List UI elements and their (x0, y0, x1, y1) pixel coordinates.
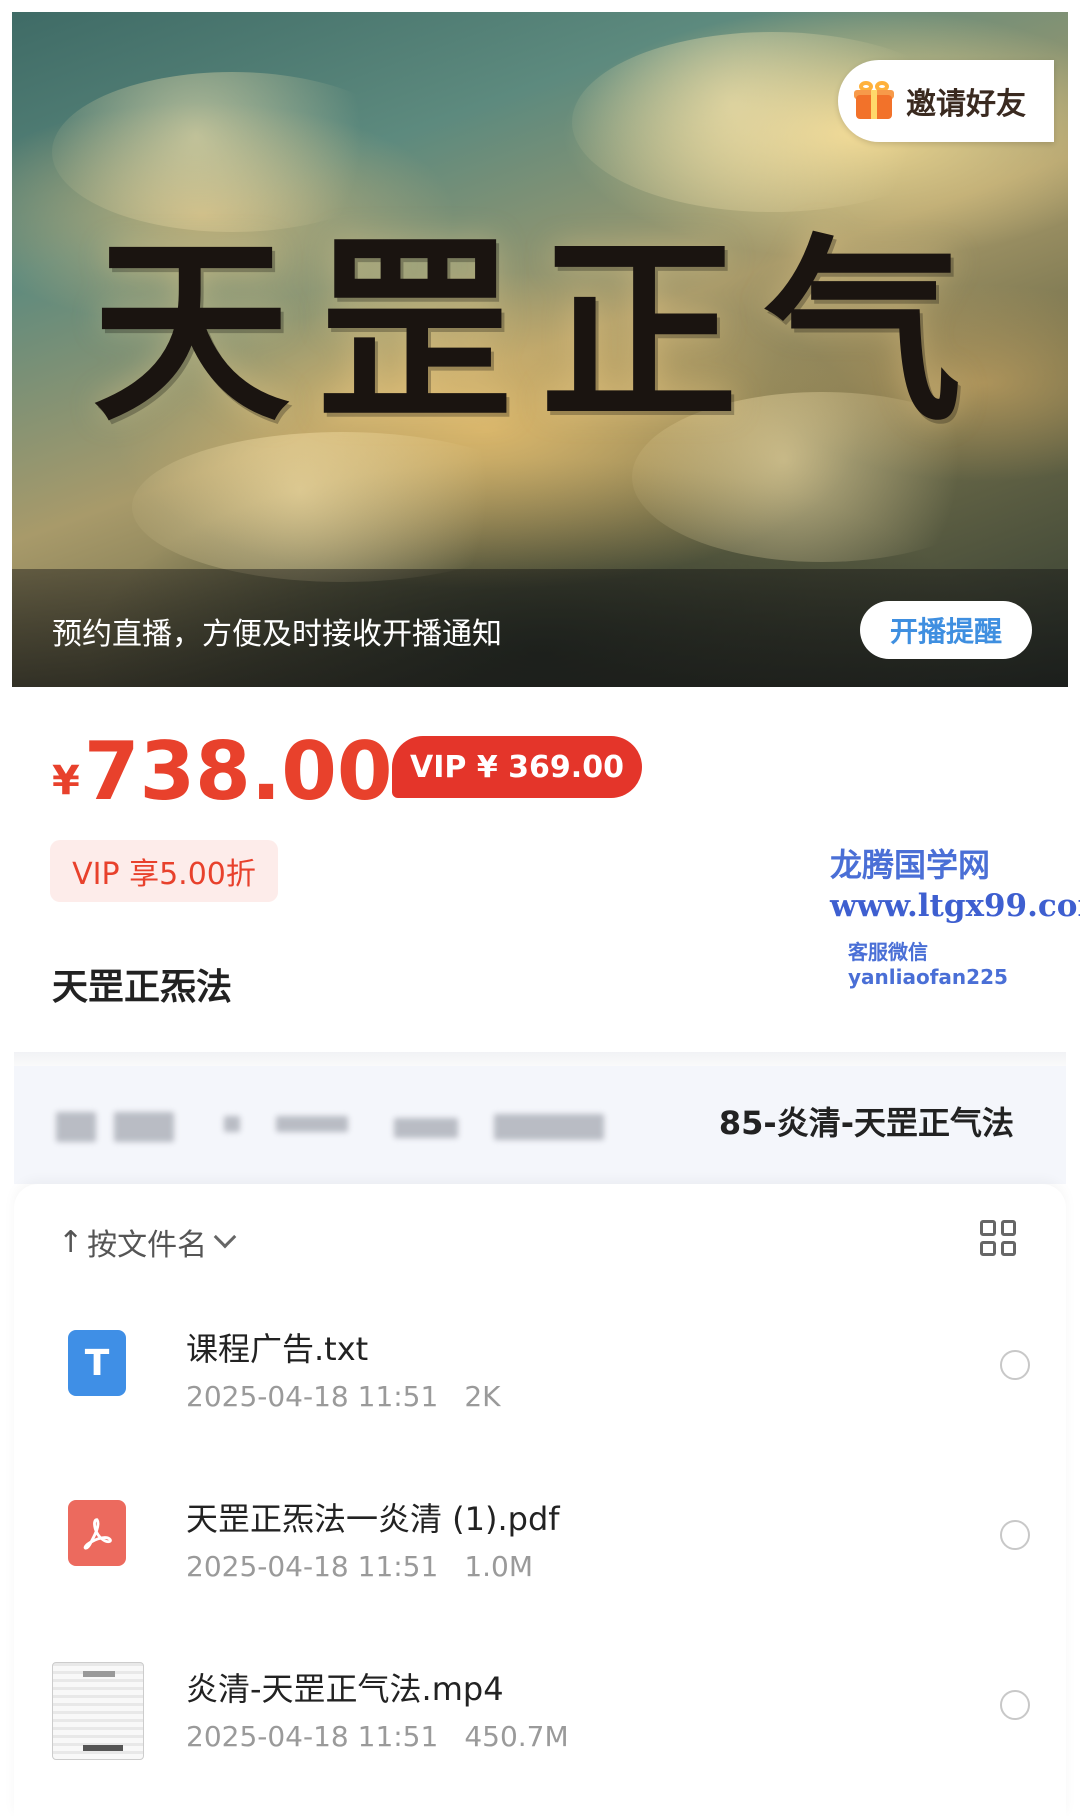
live-notice-bar: 预约直播，方便及时接收开播通知 开播提醒 (12, 569, 1068, 687)
blurred-path-segment (394, 1118, 458, 1138)
vip-discount-tag: VIP 享5.00折 (50, 840, 278, 902)
txt-file-icon: T (68, 1330, 126, 1396)
invite-friends-button[interactable]: 邀请好友 (838, 60, 1054, 142)
select-radio[interactable] (1000, 1350, 1030, 1380)
blurred-path-segment (494, 1114, 604, 1140)
select-radio[interactable] (1000, 1520, 1030, 1550)
price-currency: ¥ (52, 758, 80, 804)
gift-icon (854, 81, 894, 121)
banner-title: 天罡正气 (92, 215, 988, 448)
file-size: 1.0M (464, 1550, 534, 1583)
sort-label: 按文件名 (87, 1228, 208, 1263)
file-meta: 2025-04-18 11:51 1.0M (186, 1550, 533, 1583)
watermark-url: www.ltgx99.com (830, 888, 1080, 924)
breadcrumb[interactable]: 85-炎清-天罡正气法 (14, 1066, 1066, 1184)
file-name: 炎清-天罡正气法.mp4 (186, 1670, 504, 1708)
file-row[interactable]: T 课程广告.txt 2025-04-18 11:51 2K (14, 1296, 1066, 1436)
course-banner: 天罡正气 邀请好友 预约直播，方便及时接收开播通知 开播提醒 (12, 12, 1068, 687)
select-radio[interactable] (1000, 1690, 1030, 1720)
arrow-up-icon: ↑ (58, 1224, 84, 1260)
file-row[interactable]: 炎清-天罡正气法.mp4 2025-04-18 11:51 450.7M (14, 1636, 1066, 1776)
grid-view-icon[interactable] (980, 1220, 1016, 1256)
sort-by-filename-dropdown[interactable]: ↑ 按文件名 (58, 1220, 237, 1264)
course-title: 天罡正炁法 (52, 967, 233, 1008)
live-remind-button[interactable]: 开播提醒 (860, 601, 1032, 659)
watermark-site-name: 龙腾国学网 (830, 846, 991, 884)
chevron-down-icon (213, 1225, 237, 1249)
price: ¥ 738.00 (52, 718, 393, 818)
file-meta: 2025-04-18 11:51 2K (186, 1380, 501, 1413)
section-divider (14, 1052, 1066, 1066)
vip-price-badge: VIP ¥ 369.00 (392, 736, 642, 798)
pdf-file-icon (68, 1500, 126, 1566)
watermark-wechat: 客服微信 yanliaofan225 (848, 940, 1008, 989)
blurred-path-segment (276, 1116, 348, 1132)
blurred-path-segment (114, 1112, 174, 1142)
file-name: 天罡正炁法一炎清 (1).pdf (186, 1500, 560, 1538)
price-amount: 738.00 (83, 725, 393, 818)
invite-label: 邀请好友 (906, 87, 1026, 122)
file-date: 2025-04-18 11:51 (186, 1720, 439, 1753)
file-size: 2K (464, 1380, 501, 1413)
file-date: 2025-04-18 11:51 (186, 1550, 439, 1583)
file-list-panel: ↑ 按文件名 T 课程广告.txt 2025-04-18 11:51 2K 天罡正… (14, 1184, 1066, 1816)
file-meta: 2025-04-18 11:51 450.7M (186, 1720, 569, 1753)
current-folder: 85-炎清-天罡正气法 (718, 1104, 1014, 1142)
live-notice-text: 预约直播，方便及时接收开播通知 (52, 617, 502, 652)
file-date: 2025-04-18 11:51 (186, 1380, 439, 1413)
file-name: 课程广告.txt (186, 1330, 369, 1368)
file-size: 450.7M (464, 1720, 569, 1753)
video-thumbnail-icon (52, 1662, 144, 1760)
blurred-path-segment (224, 1116, 240, 1132)
blurred-path-segment (56, 1112, 96, 1142)
file-row[interactable]: 天罡正炁法一炎清 (1).pdf 2025-04-18 11:51 1.0M (14, 1466, 1066, 1606)
